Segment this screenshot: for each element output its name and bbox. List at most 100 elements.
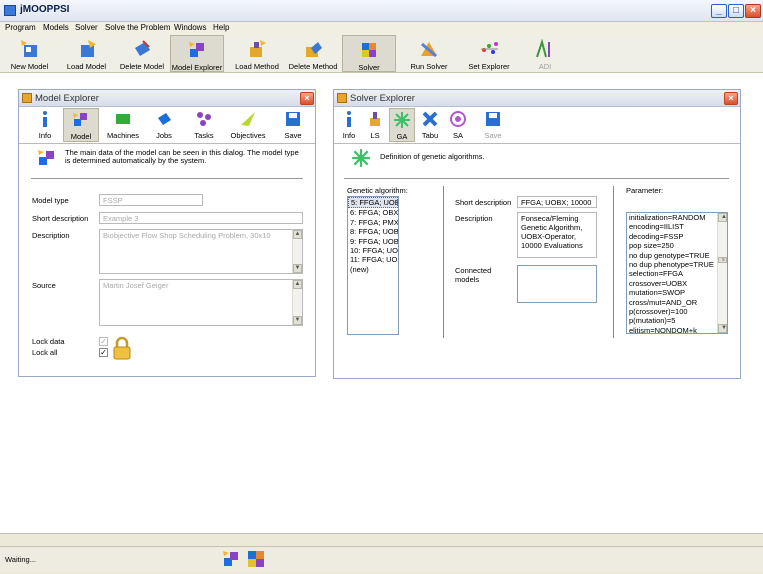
- menu-help[interactable]: Help: [213, 23, 229, 32]
- model-explorer-window: Model Explorer × Info Model Machines Job…: [18, 89, 316, 377]
- list-item: initialization=RANDOM: [629, 213, 706, 222]
- solver-explorer-close-button[interactable]: ×: [724, 92, 738, 105]
- solver-explorer-window: Solver Explorer × Info LS GA Tabu SA Sav…: [333, 89, 741, 379]
- tab-machines[interactable]: Machines: [103, 108, 143, 142]
- list-item: p(mutation)=5: [629, 316, 676, 326]
- solver-explorer-title: Solver Explorer: [350, 93, 415, 104]
- solver-tab-ga[interactable]: GA: [389, 108, 415, 142]
- model-explorer-icon[interactable]: [220, 548, 242, 570]
- parameter-list[interactable]: initialization=RANDOM encoding=IILIST de…: [626, 212, 728, 334]
- list-item[interactable]: 11: FFGA; UOBX; 1k: [348, 255, 398, 264]
- model-type-label: Model type: [32, 196, 69, 205]
- short-description-label: Short description: [32, 214, 89, 223]
- window-icon: [337, 93, 347, 103]
- model-explorer-close-button[interactable]: ×: [300, 92, 314, 105]
- padlock-icon: [113, 336, 131, 360]
- status-text: Waiting...: [5, 555, 36, 564]
- main-toolbar: New Model Load Model Delete Model Model …: [0, 35, 763, 73]
- connected-models-list[interactable]: [517, 265, 597, 303]
- title-bar: jMOOPPSI _ □ ×: [0, 0, 763, 22]
- run-solver-button[interactable]: Run Solver: [402, 35, 456, 72]
- close-button[interactable]: ×: [745, 4, 761, 18]
- list-item[interactable]: 8: FFGA; UOBX; 1000: [348, 227, 398, 236]
- delete-method-icon: [306, 42, 322, 57]
- maximize-button[interactable]: □: [728, 4, 744, 18]
- tab-model[interactable]: Model: [63, 108, 99, 142]
- tab-jobs[interactable]: Jobs: [147, 108, 181, 142]
- solver-short-description-field[interactable]: FFGA; UOBX; 10000: [517, 196, 597, 208]
- genetic-algorithm-icon: [394, 112, 410, 128]
- parameter-scrollbar[interactable]: ▲ ≡ ▼: [717, 213, 727, 333]
- menu-windows[interactable]: Windows: [174, 23, 206, 32]
- model-explorer-title: Model Explorer: [35, 93, 99, 104]
- new-model-icon: [20, 40, 37, 57]
- solver-tab-tabu[interactable]: Tabu: [417, 108, 443, 142]
- model-explorer-button[interactable]: Model Explorer: [170, 35, 224, 72]
- status-bar: Waiting...: [0, 533, 763, 574]
- minimize-button[interactable]: _: [711, 4, 727, 18]
- status-panel: Waiting...: [0, 546, 763, 572]
- tasks-icon: [197, 112, 211, 126]
- list-item[interactable]: 9: FFGA; UOBX; 1000: [348, 237, 398, 246]
- lock-all-checkbox[interactable]: ✓: [99, 348, 108, 357]
- tab-tasks[interactable]: Tasks: [185, 108, 223, 142]
- solver-header-text: Definition of genetic algorithms.: [380, 152, 485, 161]
- solver-explorer-titlebar[interactable]: Solver Explorer ×: [334, 90, 740, 107]
- list-item: mutation=SWOP: [629, 288, 686, 298]
- source-label: Source: [32, 281, 56, 290]
- solver-tab-save[interactable]: Save: [479, 108, 507, 142]
- tab-info[interactable]: Info: [29, 108, 61, 142]
- menu-solve-the-problem[interactable]: Solve the Problem: [105, 23, 170, 32]
- menu-bar: Program Models Solver Solve the Problem …: [0, 22, 763, 35]
- set-explorer-button[interactable]: Set Explorer: [462, 35, 516, 72]
- description-scrollbar[interactable]: ▲ ▼: [292, 230, 302, 273]
- solver-tab-info[interactable]: Info: [337, 108, 361, 142]
- model-explorer-titlebar[interactable]: Model Explorer ×: [19, 90, 315, 107]
- menu-solver[interactable]: Solver: [75, 23, 98, 32]
- description-line: 10000 Evaluations: [521, 241, 583, 250]
- save-icon: [286, 112, 300, 126]
- menu-models[interactable]: Models: [43, 23, 69, 32]
- solver-button[interactable]: Solver: [342, 35, 396, 72]
- load-model-button[interactable]: Load Model: [59, 35, 114, 72]
- run-solver-icon: [421, 42, 437, 58]
- solver-tab-ls[interactable]: LS: [363, 108, 387, 142]
- list-item[interactable]: 10: FFGA; UOBX; 1mi: [348, 246, 398, 255]
- short-description-field[interactable]: Example 3: [99, 212, 303, 224]
- description-field[interactable]: Biobjective Flow Shop Scheduling Problem…: [99, 229, 303, 274]
- solver-icon[interactable]: [245, 548, 267, 570]
- source-field[interactable]: Martin Josef Geiger ▲ ▼: [99, 279, 303, 326]
- model-explorer-icon: [189, 42, 204, 57]
- delete-model-button[interactable]: Delete Model: [116, 35, 168, 72]
- new-model-button[interactable]: New Model: [2, 35, 57, 72]
- model-info-text-2: is determined automatically by the syste…: [65, 156, 207, 165]
- lock-all-label: Lock all: [32, 348, 58, 357]
- list-item[interactable]: 6: FFGA; OBX; 10000: [348, 208, 398, 217]
- description-label: Description: [32, 231, 70, 240]
- menu-program[interactable]: Program: [5, 23, 36, 32]
- solver-tab-sa[interactable]: SA: [445, 108, 471, 142]
- list-item: p(crossover)=100: [629, 307, 688, 317]
- list-item[interactable]: 5: FFGA; UOBX; 1000: [348, 197, 398, 209]
- list-item: elitism=NONDOM+k: [629, 325, 697, 334]
- source-scrollbar[interactable]: ▲ ▼: [292, 280, 302, 325]
- adi-icon: [536, 38, 550, 58]
- genetic-algorithm-label: Genetic algorithm:: [347, 186, 408, 195]
- solver-icon: [362, 43, 376, 57]
- window-icon: [22, 93, 32, 103]
- list-item[interactable]: (new): [348, 265, 398, 274]
- load-method-button[interactable]: Load Method: [230, 35, 284, 72]
- adi-button[interactable]: ADI: [518, 35, 572, 72]
- description-line: UOBX-Operator,: [521, 232, 577, 241]
- delete-method-button[interactable]: Delete Method: [286, 35, 340, 72]
- lock-data-checkbox[interactable]: ✓: [99, 337, 108, 346]
- tab-save[interactable]: Save: [277, 108, 309, 142]
- local-search-icon: [370, 112, 380, 126]
- model-type-field[interactable]: FSSP: [99, 194, 203, 206]
- description-line: Fonseca/Fleming: [521, 214, 579, 223]
- genetic-algorithm-list[interactable]: 5: FFGA; UOBX; 1000 6: FFGA; OBX; 10000 …: [347, 196, 399, 335]
- lock-data-label: Lock data: [32, 337, 65, 346]
- tab-objectives[interactable]: Objectives: [225, 108, 271, 142]
- solver-description-field[interactable]: Fonseca/Fleming Genetic Algorithm, UOBX-…: [517, 212, 597, 258]
- list-item[interactable]: 7: FFGA; PMX; 10000: [348, 218, 398, 227]
